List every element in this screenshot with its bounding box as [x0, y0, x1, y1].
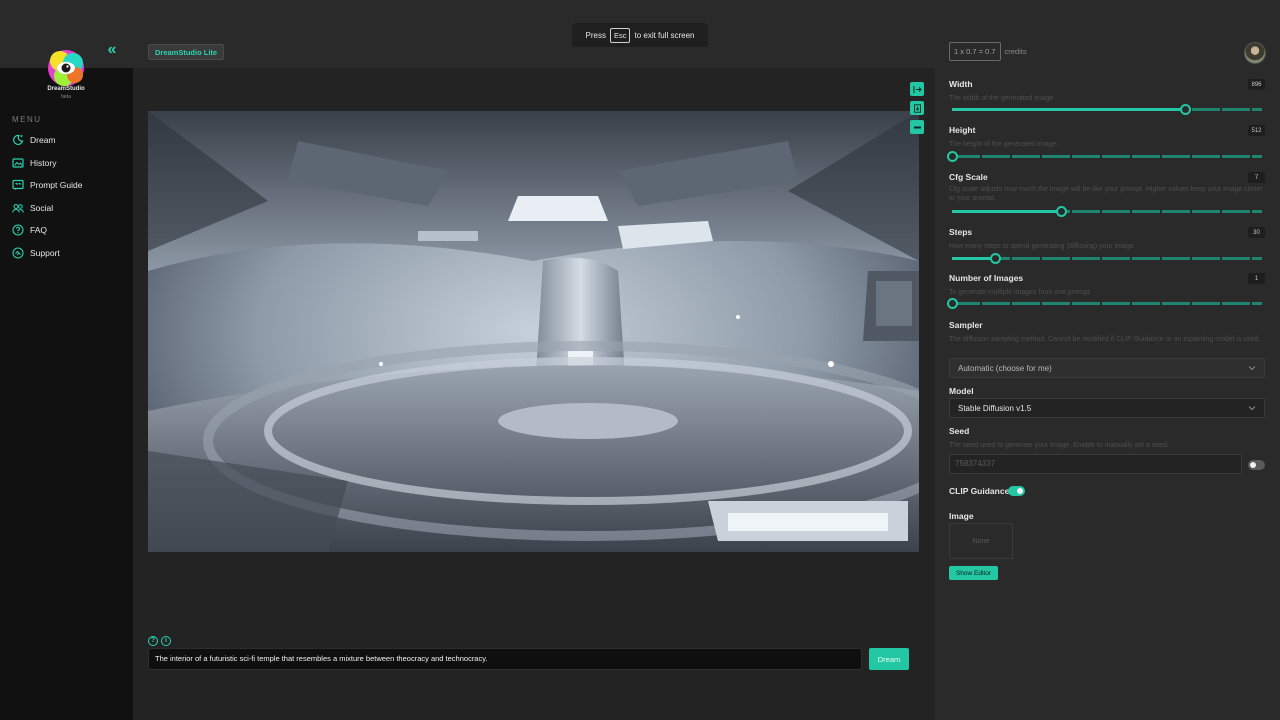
- slider-thumb[interactable]: [1055, 206, 1067, 217]
- cfg-desc: Cfg scale adjusts how much the image wil…: [949, 186, 1263, 202]
- esc-key: Esc: [609, 27, 631, 43]
- clip-guidance-toggle[interactable]: [1008, 486, 1025, 496]
- prompt-input[interactable]: The interior of a futuristic sci-fi temp…: [148, 648, 862, 670]
- fullscreen-banner: Press Esc to exit full screen: [572, 23, 708, 47]
- social-icon: [12, 203, 24, 213]
- fullscreen-press-text: Press: [585, 30, 606, 40]
- credits-value: 1 x 0.7 = 0.7: [949, 42, 1001, 61]
- brand-badge[interactable]: DreamStudio Lite: [148, 44, 225, 60]
- chevron-down-icon: [1248, 406, 1256, 411]
- image-tools: [910, 82, 924, 134]
- credits-display: 1 x 0.7 = 0.7 credits: [949, 42, 1027, 61]
- logo-name: DreamStudio: [47, 86, 85, 92]
- seed-label: Seed: [949, 426, 970, 436]
- faq-icon: [12, 224, 24, 236]
- prompt-help: ? i: [148, 636, 171, 646]
- top-bar: Press Esc to exit full screen « DreamStu…: [0, 0, 1280, 68]
- sidebar: DreamStudio beta MENU Dream History Prom…: [0, 50, 133, 720]
- collapse-sidebar-icon[interactable]: «: [104, 42, 120, 59]
- expand-icon[interactable]: [910, 82, 924, 96]
- seed-desc: The seed used to generate your image. En…: [949, 442, 1169, 449]
- app-root: Press Esc to exit full screen « DreamStu…: [0, 0, 1280, 720]
- sidebar-item-support[interactable]: Support: [12, 242, 82, 265]
- slider-thumb[interactable]: [947, 151, 958, 162]
- steps-value[interactable]: 30: [1248, 227, 1265, 238]
- sidebar-item-label: Social: [30, 202, 54, 213]
- width-value[interactable]: 896: [1248, 79, 1265, 90]
- settings-panel: [935, 68, 1280, 720]
- height-label: Height: [949, 125, 976, 135]
- seed-input[interactable]: 758374337: [949, 454, 1242, 474]
- logo-icon[interactable]: [44, 46, 88, 90]
- num-images-desc: To generate multiple images from one pro…: [949, 289, 1092, 296]
- init-image-dropzone[interactable]: None: [949, 523, 1013, 559]
- steps-label: Steps: [949, 227, 973, 237]
- dream-icon: [13, 135, 24, 146]
- sidebar-item-label: Support: [30, 247, 60, 258]
- dream-button[interactable]: Dream: [869, 648, 909, 670]
- support-icon: [12, 247, 24, 259]
- sidebar-item-social[interactable]: Social: [12, 197, 82, 220]
- num-images-value[interactable]: 1: [1248, 273, 1265, 284]
- steps-desc: How many steps to spend generating (diff…: [949, 243, 1136, 250]
- prompt-guide-icon: [12, 180, 24, 191]
- width-desc: The width of the generated image.: [949, 95, 1056, 102]
- credits-label: credits: [1004, 47, 1027, 56]
- sidebar-nav: Dream History Prompt Guide Social FAQ Su…: [12, 129, 82, 264]
- chevron-down-icon: [1248, 366, 1256, 371]
- num-images-slider[interactable]: [947, 298, 1262, 309]
- sidebar-item-label: FAQ: [30, 225, 48, 236]
- avatar[interactable]: [1244, 42, 1266, 64]
- sidebar-item-label: History: [30, 157, 57, 168]
- history-icon: [12, 158, 24, 168]
- fullscreen-rest-text: to exit full screen: [634, 30, 695, 40]
- cfg-slider[interactable]: [952, 206, 1262, 217]
- download-icon[interactable]: [910, 101, 924, 115]
- show-editor-button[interactable]: Show Editor: [949, 566, 998, 580]
- cfg-value[interactable]: 7: [1248, 172, 1265, 183]
- height-desc: The height of the generated image.: [949, 141, 1058, 148]
- sidebar-item-faq[interactable]: FAQ: [12, 219, 82, 242]
- cfg-label: Cfg Scale: [949, 172, 988, 182]
- slider-thumb[interactable]: [947, 298, 958, 309]
- width-label: Width: [949, 79, 973, 89]
- num-images-label: Number of Images: [949, 273, 1024, 283]
- model-select[interactable]: Stable Diffusion v1.5: [949, 398, 1265, 418]
- slider-thumb[interactable]: [1179, 104, 1191, 115]
- model-value: Stable Diffusion v1.5: [958, 403, 1032, 413]
- sampler-select[interactable]: Automatic (choose for me): [949, 358, 1265, 378]
- width-slider[interactable]: [952, 104, 1262, 115]
- init-image-label: Image: [949, 511, 974, 521]
- help-icon[interactable]: ?: [148, 636, 158, 646]
- sidebar-item-history[interactable]: History: [12, 152, 82, 175]
- height-value[interactable]: 512: [1248, 125, 1265, 136]
- sampler-label: Sampler: [949, 320, 983, 330]
- generated-image[interactable]: [148, 111, 919, 552]
- sampler-desc: The diffusion sampling method. Cannot be…: [949, 336, 1261, 343]
- sidebar-item-label: Dream: [30, 135, 56, 146]
- model-label: Model: [949, 386, 974, 396]
- remove-icon[interactable]: [910, 120, 924, 134]
- menu-label: MENU: [12, 115, 42, 124]
- sidebar-item-dream[interactable]: Dream: [12, 129, 82, 152]
- height-slider[interactable]: [947, 151, 1262, 162]
- steps-slider[interactable]: [952, 253, 1262, 264]
- sidebar-item-label: Prompt Guide: [30, 180, 83, 191]
- sidebar-item-prompt-guide[interactable]: Prompt Guide: [12, 174, 82, 197]
- logo-sub: beta: [61, 94, 71, 100]
- info-icon[interactable]: i: [161, 636, 171, 646]
- seed-toggle[interactable]: [1248, 460, 1265, 470]
- sampler-value: Automatic (choose for me): [958, 363, 1052, 373]
- clip-guidance-label: CLIP Guidance: [949, 486, 1010, 496]
